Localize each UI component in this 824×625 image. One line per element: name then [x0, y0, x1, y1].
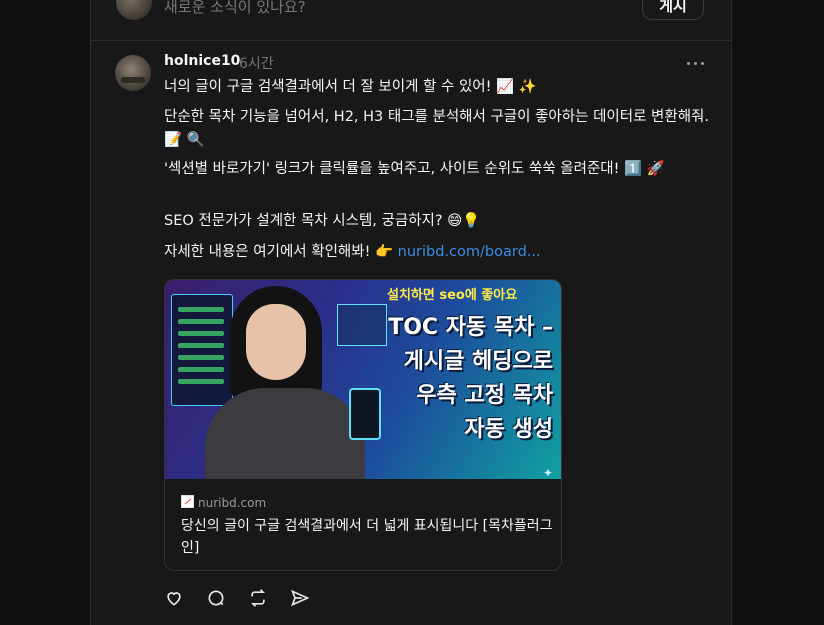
avatar[interactable]	[115, 55, 151, 91]
image-caption-line: 자동 생성	[464, 417, 553, 442]
image-caption-line: TOC 자동 목차 –	[388, 315, 553, 340]
username[interactable]: holnice10	[164, 53, 240, 69]
image-caption-line: 우측 고정 목차	[416, 383, 553, 408]
link-domain-text: nuribd.com	[198, 496, 267, 510]
post-link[interactable]: nuribd.com/board...	[398, 244, 541, 260]
sparkle-icon: ✦	[543, 466, 554, 479]
share-icon[interactable]	[290, 588, 312, 610]
post-paragraph: 자세한 내용은 여기에서 확인해봐! 👉 nuribd.com/board...	[164, 241, 709, 264]
dashboard-graphic	[171, 294, 233, 406]
composer: 새로운 소식이 있나요? 게시	[91, 0, 731, 41]
post-paragraph: 단순한 목차 기능을 넘어서, H2, H3 태그를 분석해서 구글이 좋아하는…	[164, 109, 710, 148]
link-preview-image[interactable]: 설치하면 seo에 좋아요 TOC 자동 목차 – 게시글 헤딩으로 우측 고정…	[165, 280, 561, 479]
image-caption-top: 설치하면 seo에 좋아요	[387, 288, 518, 303]
link-preview-card[interactable]: 설치하면 seo에 좋아요 TOC 자동 목차 – 게시글 헤딩으로 우측 고정…	[164, 279, 562, 571]
post-paragraph: '섹션별 바로가기' 링크가 클릭률을 높여주고, 사이트 순위도 쑥쑥 올려준…	[164, 161, 665, 177]
post-paragraph: SEO 전문가가 설계한 목차 시스템, 궁금하지? 😄💡	[164, 213, 481, 229]
phone-graphic	[349, 388, 381, 440]
repost-icon[interactable]	[248, 588, 270, 610]
image-caption-line: 게시글 헤딩으로	[403, 349, 553, 374]
post-last-line-text: 자세한 내용은 여기에서 확인해봐! 👉	[164, 244, 394, 260]
post-time[interactable]: 6시간	[239, 53, 274, 73]
screen-graphic	[337, 304, 387, 346]
feed-column: 새로운 소식이 있나요? 게시 holnice10 6시간 너의 글이 구글 검…	[90, 0, 732, 625]
heart-icon[interactable]	[164, 588, 186, 610]
composer-avatar	[116, 0, 152, 20]
post-paragraph: 너의 글이 구글 검색결과에서 더 잘 보이게 할 수 있어! 📈 ✨	[164, 79, 537, 95]
post-button[interactable]: 게시	[642, 0, 704, 20]
link-domain: nuribd.com	[181, 495, 266, 510]
favicon-icon	[181, 495, 194, 508]
comment-icon[interactable]	[206, 588, 228, 610]
link-title[interactable]: 당신의 글이 구글 검색결과에서 더 넓게 표시됩니다 [목차플러그인]	[181, 515, 553, 559]
composer-placeholder[interactable]: 새로운 소식이 있나요?	[164, 0, 306, 17]
more-options-icon[interactable]	[685, 58, 705, 68]
